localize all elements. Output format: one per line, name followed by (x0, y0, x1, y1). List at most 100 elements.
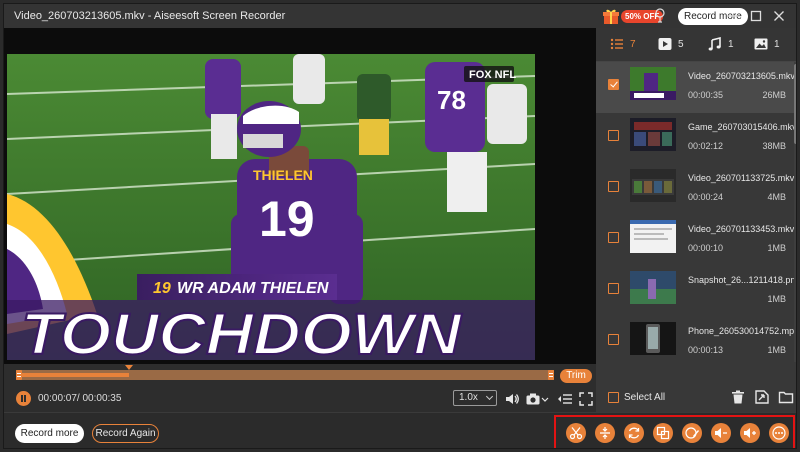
window-title: Video_260703213605.mkv - Aiseesoft Scree… (14, 10, 286, 22)
list-scrollbar[interactable] (794, 62, 796, 362)
item-thumbnail (630, 271, 676, 304)
item-name: Video_260701133725.mkv (688, 173, 795, 183)
edit-metadata-button[interactable] (682, 423, 702, 443)
split-icon (600, 427, 610, 439)
item-duration: 00:00:10 (688, 243, 724, 253)
item-size: 1MB (767, 294, 786, 304)
camera-dropdown-icon[interactable] (541, 391, 549, 407)
list-item[interactable]: Video_260703213605.mkv 00:00:35 26MB (596, 62, 795, 113)
list-icon (610, 38, 623, 50)
item-duration: 00:00:24 (688, 192, 724, 202)
menu-list-icon[interactable] (557, 391, 573, 407)
item-checkbox[interactable] (608, 334, 619, 345)
record-more-button[interactable]: Record more (15, 424, 84, 443)
more-icon (772, 426, 786, 440)
list-item[interactable]: Phone_260530014752.mp4 00:00:13 1MB (596, 317, 797, 362)
svg-text:78: 78 (437, 85, 466, 115)
item-duration: 00:00:13 (688, 345, 724, 355)
rotate-button[interactable] (624, 423, 644, 443)
list-item[interactable]: Game_260703015406.mkv 00:02:12 38MB (596, 113, 797, 164)
audio-decrease-button[interactable] (711, 423, 731, 443)
media-type-tabs: 7 5 1 1 (596, 28, 796, 62)
fullscreen-icon[interactable] (578, 391, 594, 407)
bottom-bar: Record more Record Again (4, 412, 796, 448)
select-all-label: Select All (624, 392, 666, 403)
player-controls: 00:00:07/ 00:00:35 1.0x (4, 386, 596, 412)
app-window: Video_260703213605.mkv - Aiseesoft Scree… (3, 3, 797, 449)
jersey-number: 19 (259, 191, 315, 247)
merge-button[interactable] (653, 423, 673, 443)
item-name: Phone_260530014752.mp4 (688, 326, 797, 336)
item-checkbox[interactable] (608, 79, 619, 90)
split-button[interactable] (595, 423, 615, 443)
pause-button[interactable] (16, 391, 31, 406)
caption-name: WR ADAM THIELEN (177, 280, 329, 297)
time-display: 00:00:07/ 00:00:35 (38, 393, 122, 404)
timeline-progress (16, 373, 129, 377)
maximize-icon[interactable] (748, 8, 764, 24)
item-thumbnail (630, 169, 676, 202)
tab-count: 5 (678, 39, 684, 50)
more-tools-button[interactable] (769, 423, 789, 443)
item-thumbnail (630, 118, 676, 151)
item-checkbox[interactable] (608, 130, 619, 141)
list-item[interactable]: Video_260701133725.mkv 00:00:24 4MB (596, 164, 794, 215)
folder-icon[interactable] (778, 389, 794, 405)
minimize-icon[interactable] (725, 8, 741, 24)
export-icon[interactable] (754, 389, 770, 405)
play-icon (658, 38, 672, 50)
chevron-down-icon (485, 392, 494, 401)
item-name: Video_260703213605.mkv (688, 71, 795, 81)
list-item[interactable]: Video_260701133453.mkv 00:00:10 1MB (596, 215, 794, 266)
volume-icon[interactable] (504, 391, 520, 407)
cut-icon (569, 427, 583, 440)
item-checkbox[interactable] (608, 232, 619, 243)
title-bar: Video_260703213605.mkv - Aiseesoft Scree… (4, 4, 796, 28)
item-duration: 00:00:35 (688, 90, 724, 100)
jersey-name: THIELEN (253, 167, 313, 183)
speed-value: 1.0x (459, 392, 478, 403)
item-thumbnail (630, 322, 676, 355)
music-icon (708, 37, 721, 51)
item-size: 1MB (767, 345, 786, 355)
record-again-button[interactable]: Record Again (92, 424, 159, 443)
trim-start-handle[interactable] (16, 370, 22, 380)
edit-tools-highlight (554, 415, 795, 448)
video-preview[interactable]: 78 FOX NFL THIELEN 19 19 WR ADAM THIELEN… (4, 28, 596, 364)
touchdown-banner: TOUCHDOWN (7, 300, 535, 360)
lightbulb-icon[interactable] (654, 8, 666, 24)
video-frame: 78 FOX NFL THIELEN 19 19 WR ADAM THIELEN… (7, 54, 535, 360)
trim-button[interactable]: Trim (560, 369, 592, 383)
lower-third-caption: 19 WR ADAM THIELEN (137, 274, 337, 300)
item-name: Game_260703015406.mkv (688, 122, 797, 132)
scrollbar-thumb[interactable] (794, 64, 796, 144)
tab-count: 1 (728, 39, 734, 50)
audio-boost-button[interactable] (740, 423, 760, 443)
merge-icon (656, 426, 670, 440)
volume-up-icon (744, 428, 756, 438)
timeline-track[interactable] (16, 365, 554, 380)
touchdown-text: TOUCHDOWN (21, 302, 462, 360)
gift-icon (603, 9, 619, 24)
cut-button[interactable] (566, 423, 586, 443)
close-icon[interactable] (771, 8, 787, 24)
list-item[interactable]: Snapshot_26...1211418.png 1MB (596, 266, 797, 317)
speed-select[interactable]: 1.0x (453, 390, 497, 406)
network-logo-text: FOX NFL (469, 69, 516, 81)
item-checkbox[interactable] (608, 181, 619, 192)
item-name: Snapshot_26...1211418.png (688, 275, 797, 285)
item-checkbox[interactable] (608, 283, 619, 294)
rotate-icon (628, 427, 640, 439)
recording-history-panel: 7 5 1 1 Video_260703213605.mkv 00:00:35 … (596, 28, 797, 412)
select-all-checkbox[interactable] (608, 392, 619, 403)
trash-icon[interactable] (730, 389, 746, 405)
tab-count: 7 (630, 39, 636, 50)
item-thumbnail (630, 220, 676, 253)
image-icon (754, 38, 768, 50)
playhead[interactable] (124, 365, 133, 370)
camera-icon[interactable] (525, 391, 541, 407)
item-duration: 00:02:12 (688, 141, 724, 151)
panel-footer: Select All (596, 384, 796, 412)
trim-end-handle[interactable] (548, 370, 554, 380)
recording-list: Video_260703213605.mkv 00:00:35 26MB Gam… (596, 62, 797, 362)
